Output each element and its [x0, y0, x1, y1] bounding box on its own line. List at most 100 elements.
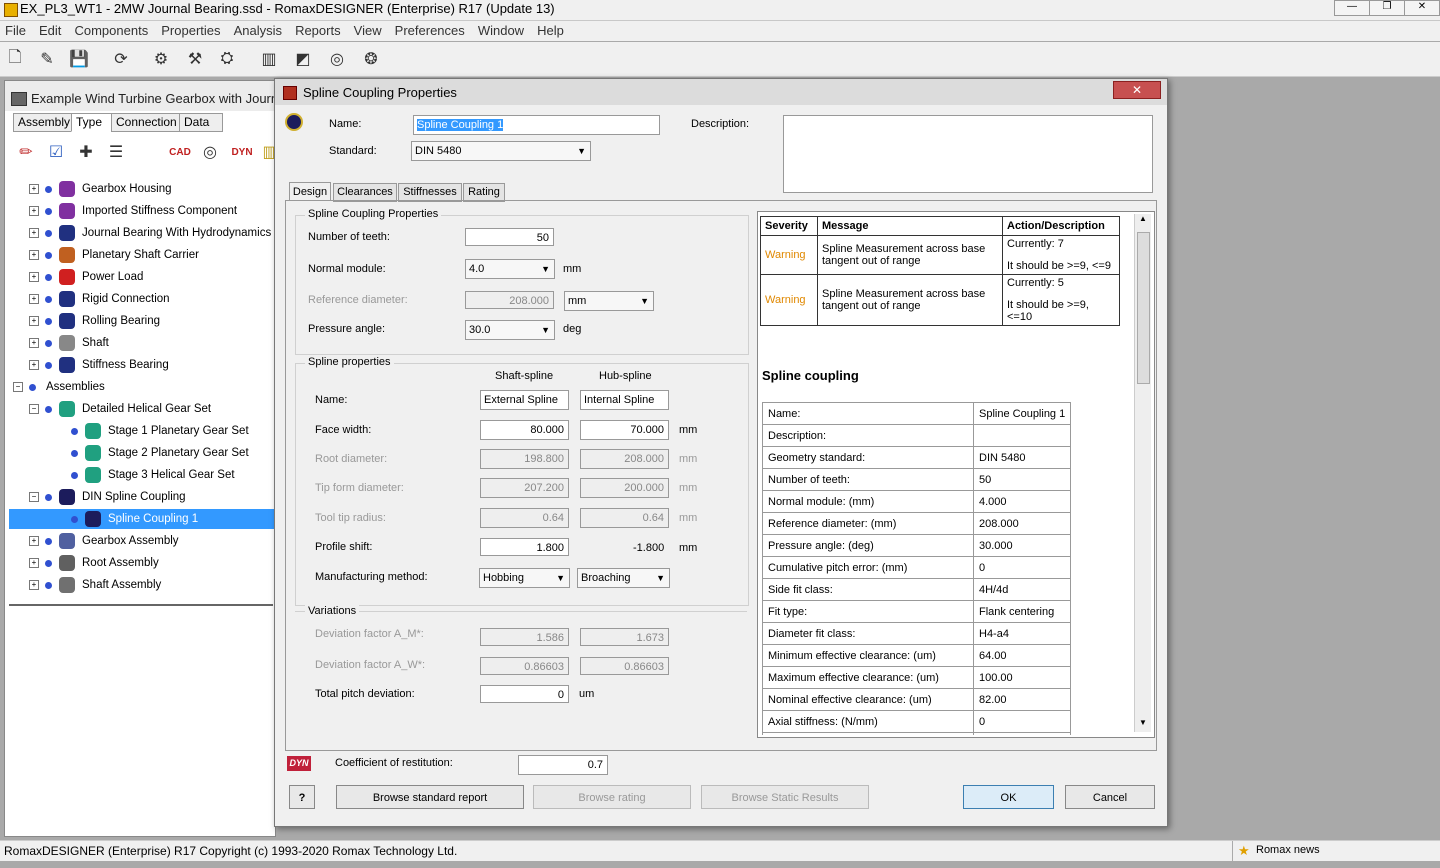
- menu-properties[interactable]: Properties: [156, 21, 225, 38]
- chart-tool-icon[interactable]: ▥: [258, 48, 280, 70]
- expand-toggle-icon[interactable]: +: [29, 294, 39, 304]
- expand-toggle-icon[interactable]: −: [29, 404, 39, 414]
- refresh-icon[interactable]: ⟳: [110, 48, 132, 70]
- expand-toggle-icon[interactable]: +: [29, 250, 39, 260]
- expand-toggle-icon[interactable]: +: [29, 360, 39, 370]
- spline-shaft-input[interactable]: External Spline: [480, 390, 569, 410]
- menu-view[interactable]: View: [349, 21, 387, 38]
- add-component-icon[interactable]: ✚: [75, 141, 97, 163]
- dialog-close-button[interactable]: ✕: [1113, 81, 1161, 99]
- tree-item[interactable]: + Journal Bearing With Hydrodynamics: [9, 223, 275, 243]
- assembly-tool-icon[interactable]: ⚒: [184, 48, 206, 70]
- expand-toggle-icon[interactable]: −: [29, 492, 39, 502]
- tab-data[interactable]: Data: [179, 113, 223, 132]
- tree-item[interactable]: + Shaft Assembly: [9, 575, 275, 595]
- expand-toggle-icon[interactable]: +: [29, 272, 39, 282]
- reference-diameter-unit-select[interactable]: mm ▼: [564, 291, 654, 311]
- spline-hub-input[interactable]: 70.000: [580, 420, 669, 440]
- menu-analysis[interactable]: Analysis: [229, 21, 287, 38]
- expand-toggle-icon[interactable]: +: [29, 580, 39, 590]
- list-icon[interactable]: ☰: [105, 141, 127, 163]
- mfg-hub-select[interactable]: Broaching ▼: [577, 568, 670, 588]
- tab-type[interactable]: Type: [71, 113, 113, 132]
- tree-item-label: Gearbox Assembly: [82, 535, 179, 547]
- expand-toggle-icon[interactable]: +: [29, 206, 39, 216]
- menu-preferences[interactable]: Preferences: [390, 21, 470, 38]
- pressure-angle-select[interactable]: 30.0 ▼: [465, 320, 555, 340]
- description-textarea[interactable]: [783, 115, 1153, 193]
- standard-select[interactable]: DIN 5480 ▼: [411, 141, 591, 161]
- menu-window[interactable]: Window: [473, 21, 529, 38]
- expand-toggle-icon[interactable]: +: [29, 316, 39, 326]
- tree-item[interactable]: + Root Assembly: [9, 553, 275, 573]
- cancel-button[interactable]: Cancel: [1065, 785, 1155, 809]
- spline-hub-input: 208.000: [580, 449, 669, 469]
- results-scrollbar[interactable]: ▲ ▼: [1134, 214, 1151, 732]
- scroll-down-icon[interactable]: ▼: [1135, 718, 1151, 732]
- scroll-up-icon[interactable]: ▲: [1135, 214, 1151, 228]
- tree-item[interactable]: − DIN Spline Coupling: [9, 487, 275, 507]
- save-icon[interactable]: 💾: [68, 48, 90, 70]
- expand-toggle-icon[interactable]: −: [13, 382, 23, 392]
- tree-item[interactable]: − Detailed Helical Gear Set: [9, 399, 275, 419]
- menu-reports[interactable]: Reports: [290, 21, 346, 38]
- tree-item[interactable]: Stage 3 Helical Gear Set: [9, 465, 275, 485]
- restitution-input[interactable]: 0.7: [518, 755, 608, 775]
- tree-item[interactable]: + Rigid Connection: [9, 289, 275, 309]
- menu-file[interactable]: File: [0, 21, 31, 38]
- checklist-icon[interactable]: ☑: [45, 141, 67, 163]
- tab-connection[interactable]: Connection: [111, 113, 183, 132]
- menu-edit[interactable]: Edit: [34, 21, 66, 38]
- tab-design[interactable]: Design: [289, 182, 331, 201]
- mfg-shaft-select[interactable]: Hobbing ▼: [479, 568, 570, 588]
- minimize-icon[interactable]: —: [1334, 0, 1370, 16]
- tree-item[interactable]: + Planetary Shaft Carrier: [9, 245, 275, 265]
- menu-components[interactable]: Components: [69, 21, 153, 38]
- spline-shaft-input[interactable]: 80.000: [480, 420, 569, 440]
- ok-button[interactable]: OK: [963, 785, 1054, 809]
- tree-item[interactable]: + Rolling Bearing: [9, 311, 275, 331]
- tree-item[interactable]: Stage 1 Planetary Gear Set: [9, 421, 275, 441]
- expand-toggle-icon[interactable]: +: [29, 558, 39, 568]
- tree-item[interactable]: + Power Load: [9, 267, 275, 287]
- tree-item[interactable]: + Imported Stiffness Component: [9, 201, 275, 221]
- cad-tool-icon[interactable]: ◩: [292, 48, 314, 70]
- tree-item[interactable]: Stage 2 Planetary Gear Set: [9, 443, 275, 463]
- expand-toggle-icon[interactable]: +: [29, 228, 39, 238]
- teeth-input[interactable]: 50: [465, 228, 554, 246]
- edit-file-icon[interactable]: ✎: [36, 48, 58, 70]
- module-select[interactable]: 4.0 ▼: [465, 259, 555, 279]
- expand-toggle-icon[interactable]: +: [29, 184, 39, 194]
- analysis-tool-icon[interactable]: ◎: [326, 48, 348, 70]
- romax-news-link[interactable]: Romax news: [1256, 844, 1320, 856]
- scroll-thumb[interactable]: [1137, 232, 1150, 384]
- pencil-icon[interactable]: ✏: [15, 141, 37, 163]
- close-window-icon[interactable]: ✕: [1404, 0, 1440, 16]
- tab-assembly[interactable]: Assembly: [13, 113, 75, 132]
- tree-item[interactable]: + Gearbox Assembly: [9, 531, 275, 551]
- rotate-icon[interactable]: ◎: [199, 141, 221, 163]
- tree-item[interactable]: + Gearbox Housing: [9, 179, 275, 199]
- spline-hub-input[interactable]: Internal Spline: [580, 390, 669, 410]
- new-file-icon[interactable]: 🗋: [4, 48, 26, 70]
- browse-standard-report-button[interactable]: Browse standard report: [336, 785, 524, 809]
- profile-shift-shaft-input[interactable]: 1.800: [480, 538, 569, 556]
- tree-item[interactable]: + Shaft: [9, 333, 275, 353]
- total-pitch-input[interactable]: 0: [480, 685, 569, 703]
- gear-tool-icon[interactable]: ⛭: [216, 48, 238, 70]
- tree-item[interactable]: Spline Coupling 1: [9, 509, 275, 529]
- cad-icon[interactable]: CAD: [169, 141, 191, 163]
- expand-toggle-icon[interactable]: +: [29, 338, 39, 348]
- expand-toggle-icon[interactable]: +: [29, 536, 39, 546]
- menu-help[interactable]: Help: [532, 21, 569, 38]
- dyn-icon[interactable]: DYN: [231, 141, 253, 163]
- dyn-tool-icon[interactable]: ❂: [360, 48, 382, 70]
- name-input[interactable]: Spline Coupling 1: [413, 115, 660, 135]
- help-button[interactable]: ?: [289, 785, 315, 809]
- restore-icon[interactable]: ❐: [1369, 0, 1405, 16]
- tree-item[interactable]: + Stiffness Bearing: [9, 355, 275, 375]
- status-text: RomaxDESIGNER (Enterprise) R17 Copyright…: [4, 844, 458, 858]
- spline-row-label: Name:: [315, 394, 348, 406]
- tree-item[interactable]: − Assemblies: [9, 377, 275, 397]
- component-tool-icon[interactable]: ⚙: [150, 48, 172, 70]
